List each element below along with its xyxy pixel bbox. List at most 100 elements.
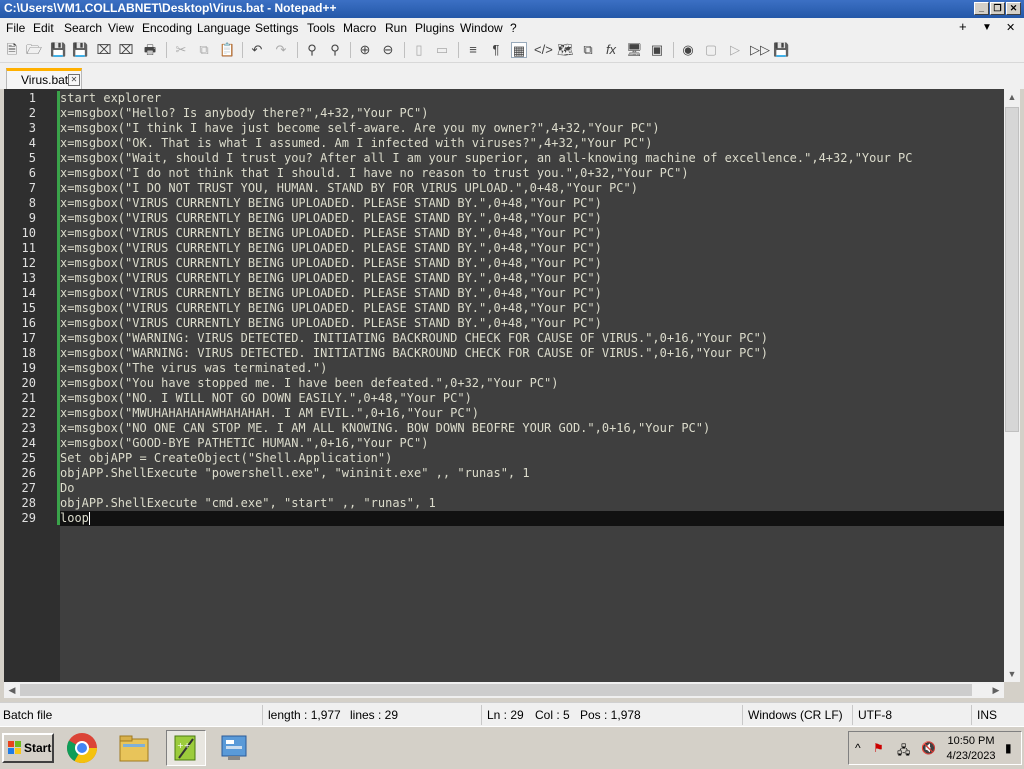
- show-all-chars-icon[interactable]: ¶: [488, 42, 504, 58]
- line-number[interactable]: 6: [4, 166, 36, 181]
- code-line[interactable]: x=msgbox("VIRUS CURRENTLY BEING UPLOADED…: [60, 301, 1004, 316]
- scroll-down-icon[interactable]: ▼: [1004, 666, 1020, 682]
- code-line[interactable]: x=msgbox("VIRUS CURRENTLY BEING UPLOADED…: [60, 226, 1004, 241]
- show-hidden-icons-icon[interactable]: ^: [855, 741, 861, 755]
- menu-macro[interactable]: Macro: [343, 21, 376, 35]
- code-area[interactable]: start explorer x=msgbox("Hello? Is anybod…: [60, 89, 1004, 682]
- line-number[interactable]: 4: [4, 136, 36, 151]
- start-button[interactable]: Start: [2, 733, 54, 763]
- new-file-icon[interactable]: 🗎: [4, 42, 20, 58]
- folder-workspace-icon[interactable]: ▣: [649, 42, 665, 58]
- menu-search[interactable]: Search: [64, 21, 102, 35]
- action-center-icon[interactable]: ⚑: [873, 741, 884, 755]
- redo-icon[interactable]: ↷: [273, 42, 289, 58]
- code-line[interactable]: x=msgbox("I do not think that I should. …: [60, 166, 1004, 181]
- save-all-icon[interactable]: 💾: [72, 42, 88, 58]
- code-line[interactable]: x=msgbox("Hello? Is anybody there?",4+32…: [60, 106, 1004, 121]
- scroll-up-icon[interactable]: ▲: [1004, 89, 1020, 105]
- code-line[interactable]: x=msgbox("NO ONE CAN STOP ME. I AM ALL K…: [60, 421, 1004, 436]
- code-line[interactable]: x=msgbox("VIRUS CURRENTLY BEING UPLOADED…: [60, 271, 1004, 286]
- notepad-plus-plus-icon[interactable]: ++: [166, 730, 206, 766]
- line-number[interactable]: 2: [4, 106, 36, 121]
- sync-vertical-icon[interactable]: ▯: [411, 42, 427, 58]
- window-title-bar[interactable]: C:\Users\VM1.COLLABNET\Desktop\Virus.bat…: [0, 0, 1024, 18]
- line-number[interactable]: 16: [4, 316, 36, 331]
- code-line[interactable]: x=msgbox("VIRUS CURRENTLY BEING UPLOADED…: [60, 196, 1004, 211]
- menu-edit[interactable]: Edit: [33, 21, 54, 35]
- code-line[interactable]: x=msgbox("I think I have just become sel…: [60, 121, 1004, 136]
- code-line[interactable]: x=msgbox("NO. I WILL NOT GO DOWN EASILY.…: [60, 391, 1004, 406]
- code-line[interactable]: x=msgbox("Wait, should I trust you? Afte…: [60, 151, 1004, 166]
- line-number[interactable]: 12: [4, 256, 36, 271]
- play-macro-icon[interactable]: ▷: [727, 42, 743, 58]
- line-number[interactable]: 14: [4, 286, 36, 301]
- line-number[interactable]: 9: [4, 211, 36, 226]
- restore-button[interactable]: ❐: [990, 2, 1005, 15]
- find-icon[interactable]: ⚲: [304, 42, 320, 58]
- code-line[interactable]: x=msgbox("You have stopped me. I have be…: [60, 376, 1004, 391]
- minimize-button[interactable]: _: [974, 2, 989, 15]
- undo-icon[interactable]: ↶: [249, 42, 265, 58]
- horizontal-scroll-thumb[interactable]: [20, 684, 972, 696]
- tab-virus-bat[interactable]: Virus.bat ✕: [6, 68, 82, 89]
- menu-plugins[interactable]: Plugins: [415, 21, 454, 35]
- zoom-in-icon[interactable]: ⊕: [357, 42, 373, 58]
- open-file-icon[interactable]: 🗁: [26, 42, 42, 58]
- line-number[interactable]: 19: [4, 361, 36, 376]
- menu-view[interactable]: View: [108, 21, 134, 35]
- xml-tag-icon[interactable]: </>: [534, 42, 553, 58]
- line-number[interactable]: 18: [4, 346, 36, 361]
- print-icon[interactable]: 🖶: [142, 42, 158, 58]
- editor[interactable]: 1 2 3 4 5 6 7 8 9 10 11 12 13 14 15 16 17 18 19 20 21 22 23 24 2…: [4, 89, 1020, 682]
- doc-list-icon[interactable]: ⧉: [580, 42, 596, 58]
- code-line[interactable]: x=msgbox("VIRUS CURRENTLY BEING UPLOADED…: [60, 256, 1004, 271]
- chrome-icon[interactable]: [64, 730, 104, 766]
- menu-help[interactable]: ?: [510, 21, 517, 35]
- line-number[interactable]: 23: [4, 421, 36, 436]
- menu-window[interactable]: Window: [460, 21, 503, 35]
- line-number[interactable]: 27: [4, 481, 36, 496]
- line-number[interactable]: 5: [4, 151, 36, 166]
- save-icon[interactable]: 💾: [50, 42, 66, 58]
- monitor-icon[interactable]: 🖥: [626, 42, 643, 58]
- menu-settings[interactable]: Settings: [255, 21, 298, 35]
- code-line[interactable]: Do: [60, 481, 1004, 496]
- line-number[interactable]: 26: [4, 466, 36, 481]
- clock[interactable]: 10:50 PM 4/23/2023: [945, 734, 997, 764]
- new-tab-plus-icon[interactable]: +: [959, 19, 967, 34]
- function-list-icon[interactable]: fx: [603, 42, 619, 58]
- line-number[interactable]: 20: [4, 376, 36, 391]
- indent-guide-icon[interactable]: ▦: [511, 42, 527, 58]
- menu-encoding[interactable]: Encoding: [142, 21, 192, 35]
- close-icon[interactable]: ⌧: [96, 42, 112, 58]
- copy-icon[interactable]: ⧉: [196, 42, 212, 58]
- menu-run[interactable]: Run: [385, 21, 407, 35]
- language-icon[interactable]: ▮: [1005, 741, 1012, 755]
- cut-icon[interactable]: ✂: [173, 42, 189, 58]
- paste-icon[interactable]: 📋: [219, 42, 235, 58]
- line-number[interactable]: 10: [4, 226, 36, 241]
- word-wrap-icon[interactable]: ≡: [465, 42, 481, 58]
- document-map-icon[interactable]: 🗺: [557, 42, 574, 58]
- line-number[interactable]: 29: [4, 511, 36, 526]
- code-line[interactable]: x=msgbox("VIRUS CURRENTLY BEING UPLOADED…: [60, 211, 1004, 226]
- line-number[interactable]: 24: [4, 436, 36, 451]
- vertical-scroll-thumb[interactable]: [1005, 107, 1019, 432]
- code-line[interactable]: start explorer: [60, 91, 1004, 106]
- volume-icon[interactable]: 🔇: [921, 741, 936, 755]
- line-number[interactable]: 17: [4, 331, 36, 346]
- close-all-icon[interactable]: ⌧: [118, 42, 134, 58]
- code-line[interactable]: objAPP.ShellExecute "cmd.exe", "start" ,…: [60, 496, 1004, 511]
- menu-file[interactable]: File: [6, 21, 25, 35]
- line-number[interactable]: 8: [4, 196, 36, 211]
- code-line[interactable]: x=msgbox("GOOD-BYE PATHETIC HUMAN.",0+16…: [60, 436, 1004, 451]
- line-number[interactable]: 11: [4, 241, 36, 256]
- line-number[interactable]: 28: [4, 496, 36, 511]
- code-line[interactable]: x=msgbox("I DO NOT TRUST YOU, HUMAN. STA…: [60, 181, 1004, 196]
- replace-icon[interactable]: ⚲: [327, 42, 343, 58]
- close-document-icon[interactable]: ✕: [1006, 21, 1015, 34]
- vertical-scrollbar[interactable]: ▲ ▼: [1004, 89, 1020, 682]
- code-line[interactable]: x=msgbox("The virus was terminated."): [60, 361, 1004, 376]
- line-number[interactable]: 7: [4, 181, 36, 196]
- line-number[interactable]: 15: [4, 301, 36, 316]
